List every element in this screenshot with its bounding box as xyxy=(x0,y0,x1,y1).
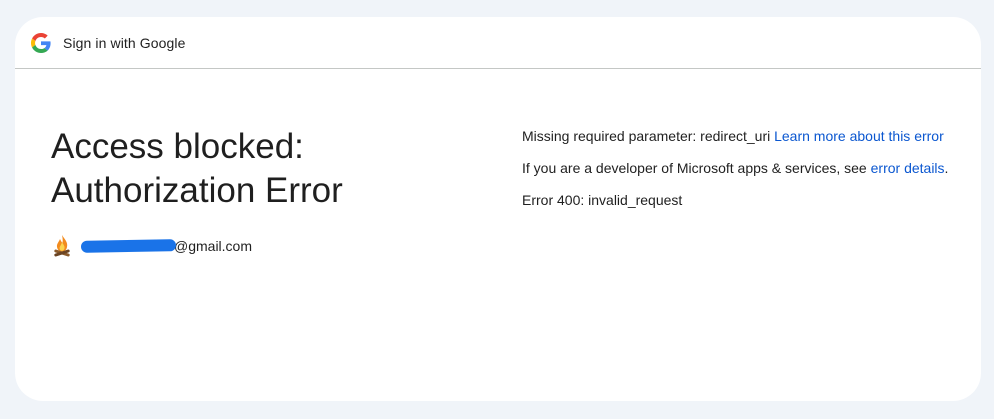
error-details: Missing required parameter: redirect_uri… xyxy=(522,126,952,222)
google-g-icon xyxy=(31,32,51,53)
page-title-line2: Authorization Error xyxy=(51,171,343,210)
card-header: Sign in with Google xyxy=(15,17,981,69)
developer-suffix: . xyxy=(944,160,949,176)
missing-param-message: Missing required parameter: redirect_uri… xyxy=(522,126,952,146)
email-suffix: @gmail.com xyxy=(174,238,253,254)
account-chip[interactable]: @gmail.com xyxy=(51,233,471,259)
sign-in-card: Sign in with Google Access blocked: Auth… xyxy=(15,17,981,401)
campfire-avatar-icon xyxy=(51,234,73,258)
header-title: Sign in with Google xyxy=(63,34,186,51)
missing-param-text: Missing required parameter: redirect_uri xyxy=(522,128,775,144)
account-email: @gmail.com xyxy=(80,238,253,254)
page-title: Access blocked: Authorization Error xyxy=(51,125,471,213)
error-code: Error 400: invalid_request xyxy=(522,192,683,208)
error-details-link[interactable]: error details xyxy=(871,160,945,176)
redaction-mark xyxy=(80,239,177,253)
developer-text: If you are a developer of Microsoft apps… xyxy=(522,160,871,176)
page-title-line1: Access blocked: xyxy=(51,127,304,166)
learn-more-link[interactable]: Learn more about this error xyxy=(774,128,944,144)
left-column: Access blocked: Authorization Error @gma… xyxy=(51,125,471,259)
developer-message: If you are a developer of Microsoft apps… xyxy=(522,158,952,178)
